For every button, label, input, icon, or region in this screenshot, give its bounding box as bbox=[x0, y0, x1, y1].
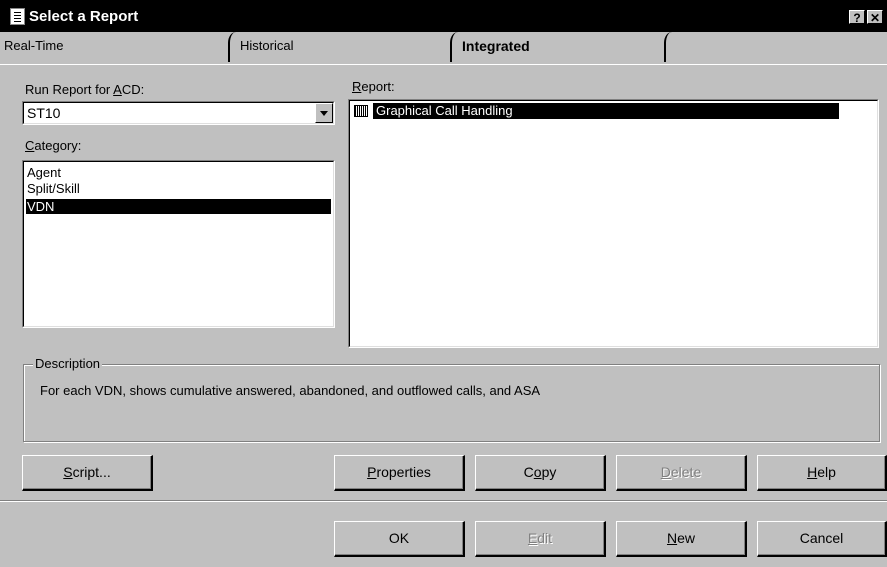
script-button[interactable]: Script... bbox=[22, 455, 153, 491]
tab-historical[interactable]: Historical bbox=[236, 32, 448, 62]
new-button[interactable]: New bbox=[616, 521, 747, 557]
category-listbox[interactable]: Agent Split/Skill VDN bbox=[22, 160, 335, 328]
cancel-button[interactable]: Cancel bbox=[757, 521, 887, 557]
graphical-report-icon bbox=[354, 105, 368, 117]
description-label: Description bbox=[33, 356, 103, 371]
tab-historical-label: Historical bbox=[240, 38, 294, 53]
window-title: Select a Report bbox=[29, 8, 139, 25]
tab-real-time-label: Real-Time bbox=[4, 38, 64, 53]
title-bar[interactable]: Select a Report ? ✕ bbox=[0, 0, 887, 32]
select-report-dialog: Select a Report ? ✕ Real-Time Historical… bbox=[0, 0, 887, 567]
description-text: For each VDN, shows cumulative answered,… bbox=[40, 383, 541, 398]
report-listbox[interactable]: Graphical Call Handling bbox=[348, 99, 879, 348]
copy-button[interactable]: Copy bbox=[475, 455, 606, 491]
edit-button[interactable]: Edit bbox=[475, 521, 606, 557]
help-title-button[interactable]: ? bbox=[849, 10, 865, 25]
category-item-split-skill[interactable]: Split/Skill bbox=[26, 181, 331, 196]
help-button[interactable]: Help bbox=[757, 455, 887, 491]
delete-button[interactable]: Delete bbox=[616, 455, 747, 491]
tab-divider bbox=[664, 32, 672, 62]
category-label: Category: bbox=[25, 138, 82, 153]
tab-divider bbox=[228, 32, 236, 62]
tab-real-time[interactable]: Real-Time bbox=[0, 32, 228, 62]
acd-dropdown-button[interactable] bbox=[315, 103, 333, 123]
report-document-icon bbox=[10, 8, 25, 25]
description-group bbox=[23, 364, 880, 442]
report-label: Report: bbox=[352, 79, 395, 94]
acd-combobox-value: ST10 bbox=[27, 105, 61, 121]
properties-button[interactable]: Properties bbox=[334, 455, 465, 491]
category-item-agent[interactable]: Agent bbox=[26, 165, 331, 180]
close-title-button[interactable]: ✕ bbox=[867, 10, 883, 25]
acd-combobox[interactable]: ST10 bbox=[22, 101, 335, 125]
tab-integrated-label: Integrated bbox=[462, 38, 530, 54]
category-item-vdn[interactable]: VDN bbox=[26, 199, 331, 214]
report-item-label: Graphical Call Handling bbox=[373, 103, 839, 119]
ok-button[interactable]: OK bbox=[334, 521, 465, 557]
tab-strip: Real-Time Historical Integrated bbox=[0, 32, 887, 65]
chevron-down-icon bbox=[320, 111, 328, 116]
separator-highlight bbox=[0, 501, 887, 502]
tab-integrated[interactable]: Integrated bbox=[452, 32, 662, 62]
acd-label: Run Report for ACD: bbox=[25, 82, 145, 97]
